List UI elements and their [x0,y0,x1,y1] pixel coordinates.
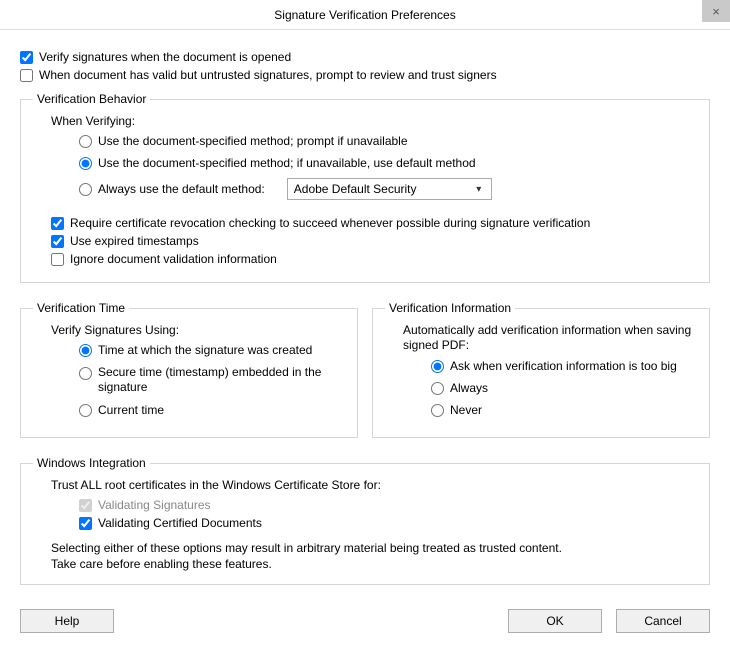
verify-using-label: Verify Signatures Using: [51,323,345,337]
ok-button[interactable]: OK [508,609,602,633]
info-option-2: Always [431,381,697,395]
use-expired-ts-row: Use expired timestamps [51,234,697,248]
windows-integration-note: Selecting either of these options may re… [51,540,697,572]
time-radio-current[interactable] [79,404,92,417]
validating-sigs-checkbox [79,499,92,512]
time-radio-created[interactable] [79,344,92,357]
ok-button-label: OK [546,614,563,628]
cancel-button-label: Cancel [644,614,681,628]
cancel-button[interactable]: Cancel [616,609,710,633]
require-revocation-row: Require certificate revocation checking … [51,216,697,230]
use-expired-ts-checkbox[interactable] [51,235,64,248]
time-option-2: Secure time (timestamp) embedded in the … [79,365,345,395]
default-method-value: Adobe Default Security [294,182,417,196]
require-revocation-checkbox[interactable] [51,217,64,230]
info-radio-ask[interactable] [431,360,444,373]
method-radio-always-default[interactable] [79,183,92,196]
validating-docs-row: Validating Certified Documents [79,516,697,530]
info-radio-always-label: Always [450,381,488,395]
verification-behavior-group: Verification Behavior When Verifying: Us… [20,92,710,283]
window-title: Signature Verification Preferences [274,8,455,22]
windows-integration-group: Windows Integration Trust ALL root certi… [20,456,710,585]
validating-docs-checkbox[interactable] [79,517,92,530]
info-option-1: Ask when verification information is too… [431,359,697,373]
info-radio-never-label: Never [450,403,482,417]
button-bar: Help OK Cancel [0,603,730,645]
close-button[interactable]: × [702,0,730,22]
close-icon: × [712,4,720,19]
validating-sigs-row: Validating Signatures [79,498,697,512]
prompt-untrusted-row: When document has valid but untrusted si… [20,68,710,82]
time-radio-current-label: Current time [98,403,164,417]
verification-info-group: Verification Information Automatically a… [372,301,710,438]
method-option-3: Always use the default method: Adobe Def… [79,178,697,200]
trust-root-label: Trust ALL root certificates in the Windo… [51,478,697,492]
help-button-label: Help [55,614,80,628]
verification-info-legend: Verification Information [385,301,515,315]
require-revocation-label: Require certificate revocation checking … [70,216,590,230]
validating-docs-label: Validating Certified Documents [98,516,262,530]
default-method-select[interactable]: Adobe Default Security ▾ [287,178,492,200]
help-button[interactable]: Help [20,609,114,633]
note-line-1: Selecting either of these options may re… [51,540,697,556]
method-radio-default[interactable] [79,157,92,170]
time-radio-secure[interactable] [79,367,92,380]
time-option-1: Time at which the signature was created [79,343,345,357]
method-radio-default-label: Use the document-specified method; if un… [98,156,476,170]
windows-integration-legend: Windows Integration [33,456,150,470]
validating-sigs-label: Validating Signatures [98,498,211,512]
info-option-3: Never [431,403,697,417]
time-radio-created-label: Time at which the signature was created [98,343,312,357]
chevron-down-icon: ▾ [471,184,487,195]
prompt-untrusted-label: When document has valid but untrusted si… [39,68,497,82]
time-option-3: Current time [79,403,345,417]
ignore-validation-row: Ignore document validation information [51,252,697,266]
use-expired-ts-label: Use expired timestamps [70,234,199,248]
verification-behavior-legend: Verification Behavior [33,92,150,106]
method-option-2: Use the document-specified method; if un… [79,156,697,170]
verification-time-group: Verification Time Verify Signatures Usin… [20,301,358,438]
titlebar: Signature Verification Preferences × [0,0,730,30]
ignore-validation-label: Ignore document validation information [70,252,277,266]
info-radio-never[interactable] [431,404,444,417]
dialog-content: Verify signatures when the document is o… [0,30,730,603]
method-radio-always-default-label: Always use the default method: [98,182,265,196]
note-line-2: Take care before enabling these features… [51,556,697,572]
verify-on-open-row: Verify signatures when the document is o… [20,50,710,64]
method-option-1: Use the document-specified method; promp… [79,134,697,148]
method-radio-prompt-label: Use the document-specified method; promp… [98,134,408,148]
verify-on-open-checkbox[interactable] [20,51,33,64]
verify-on-open-label: Verify signatures when the document is o… [39,50,291,64]
when-verifying-label: When Verifying: [51,114,697,128]
info-radio-ask-label: Ask when verification information is too… [450,359,677,373]
auto-add-info-label: Automatically add verification informati… [403,323,697,353]
info-radio-always[interactable] [431,382,444,395]
verification-time-legend: Verification Time [33,301,129,315]
ignore-validation-checkbox[interactable] [51,253,64,266]
method-radio-prompt[interactable] [79,135,92,148]
prompt-untrusted-checkbox[interactable] [20,69,33,82]
time-radio-secure-label: Secure time (timestamp) embedded in the … [98,365,345,395]
